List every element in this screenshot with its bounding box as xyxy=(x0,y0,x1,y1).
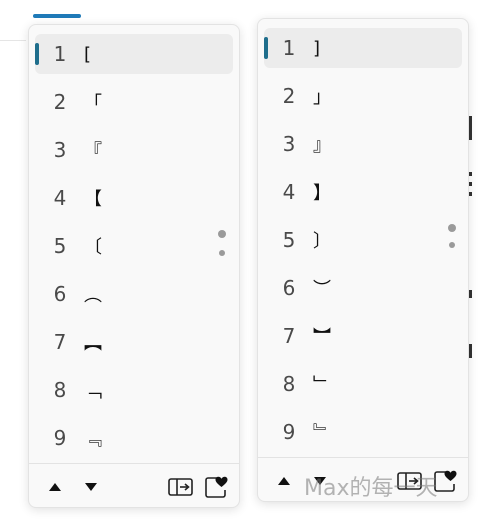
candidate-item[interactable]: 8 ﹁ xyxy=(29,366,239,414)
toolbar-divider xyxy=(29,463,239,464)
candidate-symbol: ﹂ xyxy=(313,375,331,396)
scroll-dot xyxy=(219,250,225,256)
page-up-button[interactable] xyxy=(272,469,296,493)
candidate-symbol: ﹄ xyxy=(313,423,331,444)
candidate-symbol: 『 xyxy=(84,141,102,162)
page-up-button[interactable] xyxy=(43,475,67,499)
candidate-symbol: 「 xyxy=(84,93,102,114)
candidate-number: 5 xyxy=(282,228,296,252)
candidate-symbol: 』 xyxy=(313,135,331,156)
candidate-number: 6 xyxy=(282,276,296,300)
candidate-item[interactable]: 5 〕 xyxy=(258,216,468,264)
candidate-number: 3 xyxy=(53,138,67,162)
candidate-symbol: ﹃ xyxy=(84,429,102,450)
candidate-number: 8 xyxy=(282,372,296,396)
candidate-number: 5 xyxy=(53,234,67,258)
candidate-item[interactable]: 3 『 xyxy=(29,126,239,174)
candidate-item[interactable]: 6 ︵ xyxy=(29,270,239,318)
candidate-item[interactable]: 7 ︼ xyxy=(258,312,468,360)
candidate-item[interactable]: 9 ﹄ xyxy=(258,408,468,456)
candidate-number: 3 xyxy=(282,132,296,156)
candidate-number: 2 xyxy=(282,84,296,108)
candidate-symbol: 【 xyxy=(84,189,102,210)
candidate-panel-left: 1 [ 2 「 3 『 4 【 5 〔 6 ︵ 7 ︻ 8 ﹁ 9 ﹃ xyxy=(28,24,240,508)
candidate-panel-right: 1 ] 2 」 3 』 4 】 5 〕 6 ︶ 7 ︼ 8 ﹂ 9 ﹄ xyxy=(257,18,469,502)
candidate-symbol: ︼ xyxy=(313,327,331,348)
candidate-symbol: ︻ xyxy=(84,333,102,354)
candidate-number: 9 xyxy=(53,426,67,450)
candidate-symbol: [ xyxy=(84,43,92,65)
expand-panel-icon xyxy=(168,478,193,496)
candidate-toolbar xyxy=(29,467,239,507)
scroll-thumb-dot xyxy=(448,224,456,232)
triangle-down-icon xyxy=(85,483,97,491)
candidate-item[interactable]: 1 [ xyxy=(29,30,239,78)
candidate-symbol: 〔 xyxy=(84,237,102,258)
candidate-number: 9 xyxy=(282,420,296,444)
candidate-item[interactable]: 5 〔 xyxy=(29,222,239,270)
triangle-up-icon xyxy=(49,483,61,491)
candidate-item[interactable]: 2 」 xyxy=(258,72,468,120)
scroll-thumb-dot xyxy=(218,230,226,238)
candidate-number: 7 xyxy=(282,324,296,348)
candidate-number: 6 xyxy=(53,282,67,306)
favorites-button[interactable] xyxy=(203,475,231,499)
favorite-heart-icon xyxy=(205,476,228,498)
triangle-up-icon xyxy=(278,477,290,485)
candidate-symbol: ︵ xyxy=(84,285,102,306)
background-divider xyxy=(0,40,26,41)
candidate-item[interactable]: 7 ︻ xyxy=(29,318,239,366)
candidate-item[interactable]: 4 【 xyxy=(29,174,239,222)
candidate-item[interactable]: 4 】 xyxy=(258,168,468,216)
watermark-text: Max的每一天 xyxy=(304,476,438,501)
candidate-item[interactable]: 6 ︶ xyxy=(258,264,468,312)
page-down-button[interactable] xyxy=(79,475,103,499)
candidate-item[interactable]: 2 「 xyxy=(29,78,239,126)
candidate-number: 8 xyxy=(53,378,67,402)
candidate-item[interactable]: 8 ﹂ xyxy=(258,360,468,408)
candidate-symbol: ﹁ xyxy=(84,381,102,402)
candidate-symbol: 〕 xyxy=(313,231,331,252)
scroll-dot xyxy=(449,242,455,248)
candidate-item[interactable]: 9 ﹃ xyxy=(29,414,239,462)
candidate-number: 4 xyxy=(53,186,67,210)
candidate-item[interactable]: 3 』 xyxy=(258,120,468,168)
candidate-number: 4 xyxy=(282,180,296,204)
candidate-symbol: ] xyxy=(313,37,321,59)
candidate-symbol: ︶ xyxy=(313,279,331,300)
candidate-number: 7 xyxy=(53,330,67,354)
background-accent-bar xyxy=(33,14,81,18)
expand-button[interactable] xyxy=(167,475,195,499)
toolbar-divider xyxy=(258,457,468,458)
candidate-number: 1 xyxy=(53,42,67,66)
candidate-number: 1 xyxy=(282,36,296,60)
candidate-number: 2 xyxy=(53,90,67,114)
candidate-symbol: 」 xyxy=(313,87,331,108)
candidate-item[interactable]: 1 ] xyxy=(258,24,468,72)
candidate-symbol: 】 xyxy=(313,183,331,204)
